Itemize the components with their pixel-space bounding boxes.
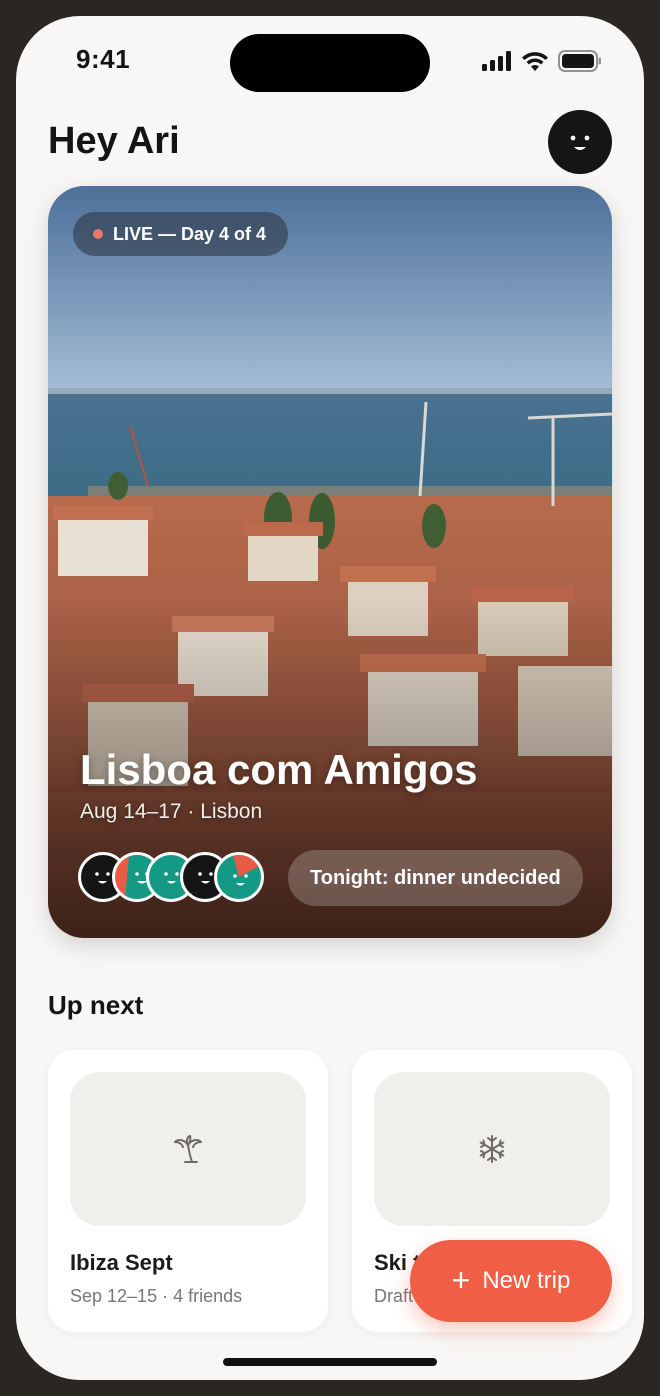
live-trip-card[interactable]: LIVE — Day 4 of 4 Lisboa com Amigos Aug …: [48, 186, 612, 938]
friend-avatar: [214, 852, 264, 902]
greeting-title: Hey Ari: [48, 120, 180, 162]
live-status-badge: LIVE — Day 4 of 4: [73, 212, 289, 256]
status-icons: [482, 50, 602, 72]
battery-icon: [558, 50, 601, 72]
snowflake-icon: [479, 1135, 505, 1163]
trip-meta: Draft: [374, 1286, 414, 1306]
profile-avatar[interactable]: [548, 110, 612, 174]
palm-tree-icon: [174, 1135, 202, 1163]
up-next-heading: Up next: [48, 990, 144, 1020]
trip-name: Ibiza Sept: [70, 1250, 173, 1275]
app-screen: 9:41 Hey Ari LIVE — Day 4 of 4 Lisboa co…: [16, 16, 644, 1380]
trip-thumbnail: [70, 1072, 306, 1226]
trip-card-ibiza[interactable]: Ibiza Sept Sep 12–15 · 4 friends: [48, 1050, 328, 1332]
smiley-face-icon: [570, 135, 590, 150]
signal-icon: [482, 51, 511, 71]
plus-icon: +: [451, 1261, 471, 1298]
live-dot-icon: [93, 229, 103, 239]
dynamic-island: [230, 34, 430, 92]
tonight-status-pill[interactable]: Tonight: dinner undecided: [288, 850, 583, 906]
smiley-face-icon: [233, 855, 261, 886]
wifi-icon: [522, 52, 548, 71]
trip-thumbnail: [374, 1072, 610, 1226]
trip-dates-location: Aug 14–17 · Lisbon: [80, 800, 263, 823]
new-trip-button[interactable]: + New trip: [410, 1240, 612, 1322]
phone-frame: 9:41 Hey Ari LIVE — Day 4 of 4 Lisboa co…: [0, 0, 660, 1396]
friend-avatars[interactable]: [78, 852, 278, 902]
new-trip-label: New trip: [482, 1267, 571, 1294]
lisbon-photo: [48, 186, 612, 938]
status-time: 9:41: [76, 44, 131, 74]
live-badge-label: LIVE — Day 4 of 4: [113, 223, 267, 244]
trip-title: Lisboa com Amigos: [80, 746, 478, 793]
trip-meta: Sep 12–15 · 4 friends: [70, 1286, 243, 1306]
home-indicator[interactable]: [223, 1358, 437, 1366]
